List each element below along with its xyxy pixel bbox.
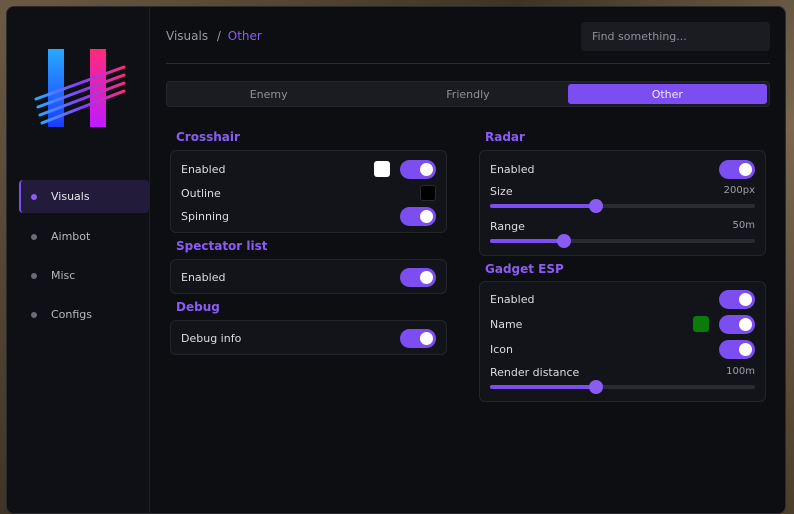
radar-size-slider[interactable] bbox=[490, 199, 755, 213]
slider-handle[interactable] bbox=[589, 199, 603, 213]
gadget-icon-label: Icon bbox=[490, 343, 513, 356]
sidebar-item-visuals[interactable]: Visuals bbox=[19, 180, 149, 213]
gadget-card: Enabled Name Icon Render distance 100m bbox=[479, 281, 766, 402]
bullet-icon bbox=[31, 193, 37, 200]
tab-other[interactable]: Other bbox=[567, 84, 767, 104]
slider-handle[interactable] bbox=[557, 234, 572, 248]
spectator-enabled-label: Enabled bbox=[181, 271, 226, 284]
spectator-card: Enabled bbox=[170, 259, 447, 294]
crosshair-enabled-row: Enabled bbox=[181, 160, 436, 179]
radar-title: Radar bbox=[485, 130, 525, 144]
radar-size-label: Size bbox=[490, 185, 513, 198]
outline-color-swatch[interactable] bbox=[420, 185, 436, 201]
debug-info-toggle[interactable] bbox=[400, 329, 436, 348]
menu-window: Visuals Aimbot Misc Configs Visuals / Ot… bbox=[6, 6, 786, 514]
breadcrumb: Visuals / Other bbox=[166, 29, 262, 43]
radar-enabled-toggle[interactable] bbox=[719, 160, 755, 179]
crosshair-spinning-row: Spinning bbox=[181, 207, 436, 226]
gadget-distance-label-row: Render distance 100m bbox=[490, 366, 755, 379]
gadget-name-label: Name bbox=[490, 318, 523, 331]
crosshair-spinning-toggle[interactable] bbox=[400, 207, 436, 226]
logo-icon bbox=[34, 49, 126, 127]
sidebar-item-label: Aimbot bbox=[51, 230, 91, 243]
crosshair-enabled-toggle[interactable] bbox=[400, 160, 436, 179]
radar-size-label-row: Size 200px bbox=[490, 185, 755, 198]
spectator-enabled-toggle[interactable] bbox=[400, 268, 436, 287]
gadget-distance-value: 100m bbox=[726, 366, 755, 377]
crosshair-outline-row: Outline bbox=[181, 184, 436, 203]
sidebar: Visuals Aimbot Misc Configs bbox=[7, 7, 150, 513]
debug-info-label: Debug info bbox=[181, 332, 242, 345]
breadcrumb-separator: / bbox=[216, 29, 221, 43]
slider-handle[interactable] bbox=[589, 380, 603, 394]
tab-enemy[interactable]: Enemy bbox=[169, 84, 368, 104]
gadget-name-color-swatch[interactable] bbox=[693, 316, 709, 332]
crosshair-enabled-label: Enabled bbox=[181, 163, 226, 176]
breadcrumb-current: Other bbox=[227, 29, 262, 43]
breadcrumb-parent[interactable]: Visuals bbox=[166, 29, 208, 43]
search-input[interactable] bbox=[581, 22, 770, 51]
gadget-distance-label: Render distance bbox=[490, 366, 580, 379]
tab-bar: Enemy Friendly Other bbox=[166, 81, 770, 107]
gadget-name-row: Name bbox=[490, 315, 755, 334]
sidebar-item-label: Visuals bbox=[51, 190, 90, 203]
sidebar-item-configs[interactable]: Configs bbox=[19, 298, 149, 331]
spectator-title: Spectator list bbox=[176, 239, 268, 253]
crosshair-card: Enabled Outline Spinning bbox=[170, 150, 447, 233]
radar-range-label: Range bbox=[490, 220, 525, 233]
radar-enabled-label: Enabled bbox=[490, 163, 535, 176]
spectator-enabled-row: Enabled bbox=[181, 268, 436, 287]
header-divider bbox=[166, 63, 770, 64]
slider-fill bbox=[490, 204, 596, 208]
gadget-enabled-row: Enabled bbox=[490, 290, 755, 309]
bullet-icon bbox=[31, 311, 37, 318]
radar-range-value: 50m bbox=[732, 220, 755, 231]
bullet-icon bbox=[31, 233, 37, 240]
sidebar-item-aimbot[interactable]: Aimbot bbox=[19, 220, 149, 253]
gadget-enabled-toggle[interactable] bbox=[719, 290, 755, 309]
gadget-title: Gadget ESP bbox=[485, 262, 564, 276]
crosshair-title: Crosshair bbox=[176, 130, 240, 144]
slider-fill bbox=[490, 239, 565, 243]
crosshair-color-swatch[interactable] bbox=[374, 161, 390, 177]
sidebar-item-label: Configs bbox=[51, 308, 93, 321]
radar-enabled-row: Enabled bbox=[490, 160, 755, 179]
debug-info-row: Debug info bbox=[181, 329, 436, 348]
gadget-icon-row: Icon bbox=[490, 340, 755, 359]
debug-title: Debug bbox=[176, 300, 220, 314]
tab-friendly[interactable]: Friendly bbox=[368, 84, 567, 104]
crosshair-spinning-label: Spinning bbox=[181, 210, 229, 223]
gadget-enabled-label: Enabled bbox=[490, 293, 535, 306]
gadget-icon-toggle[interactable] bbox=[719, 340, 755, 359]
slider-fill bbox=[490, 385, 596, 389]
radar-range-label-row: Range 50m bbox=[490, 220, 755, 233]
radar-size-value: 200px bbox=[723, 185, 755, 196]
gadget-distance-slider[interactable] bbox=[490, 380, 755, 394]
bullet-icon bbox=[31, 272, 37, 279]
radar-card: Enabled Size 200px Range 50m bbox=[479, 150, 766, 256]
radar-range-slider[interactable] bbox=[490, 234, 755, 248]
debug-card: Debug info bbox=[170, 320, 447, 355]
gadget-name-toggle[interactable] bbox=[719, 315, 755, 334]
sidebar-item-label: Misc bbox=[51, 269, 76, 282]
sidebar-item-misc[interactable]: Misc bbox=[19, 259, 149, 292]
crosshair-outline-label: Outline bbox=[181, 187, 221, 200]
